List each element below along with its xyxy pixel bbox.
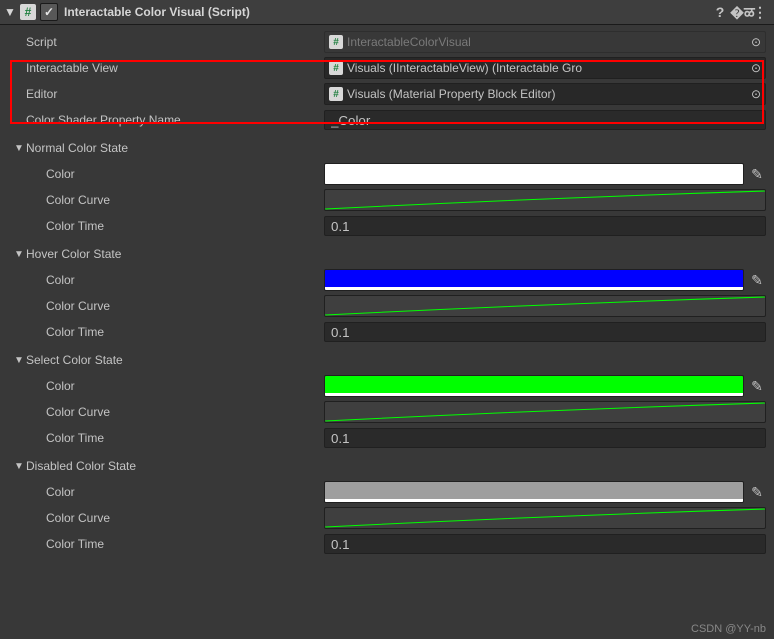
component-enabled-checkbox[interactable]: ✓ <box>40 3 58 21</box>
shader-prop-label: Color Shader Property Name <box>26 113 324 127</box>
disabled-foldout[interactable]: ▼ <box>14 461 24 472</box>
normal-title: Normal Color State <box>26 141 324 155</box>
disabled-curve-field[interactable] <box>324 507 766 529</box>
disabled-color-label: Color <box>26 485 324 499</box>
shader-prop-input[interactable] <box>324 110 766 130</box>
select-curve-field[interactable] <box>324 401 766 423</box>
select-time-input[interactable] <box>324 428 766 448</box>
select-color-swatch[interactable] <box>324 375 744 397</box>
normal-curve-label: Color Curve <box>26 193 324 207</box>
watermark: CSDN @YY-nb <box>691 623 766 635</box>
help-icon[interactable]: ? <box>710 4 730 20</box>
editor-label: Editor <box>26 87 324 101</box>
script-icon: # <box>329 61 343 75</box>
eyedropper-icon[interactable]: ✎ <box>748 484 766 501</box>
hover-time-label: Color Time <box>26 325 324 339</box>
component-title: Interactable Color Visual (Script) <box>64 5 710 19</box>
script-icon: # <box>329 87 343 101</box>
interactable-view-label: Interactable View <box>26 61 324 75</box>
script-component-icon: # <box>20 4 36 20</box>
hover-title: Hover Color State <box>26 247 324 261</box>
select-foldout[interactable]: ▼ <box>14 355 24 366</box>
object-picker-icon[interactable]: ⊙ <box>751 87 761 101</box>
context-menu-icon[interactable]: ⋮ <box>750 4 770 21</box>
disabled-time-label: Color Time <box>26 537 324 551</box>
interactable-view-field[interactable]: # Visuals (IInteractableView) (Interacta… <box>324 57 766 79</box>
hover-color-label: Color <box>26 273 324 287</box>
script-label: Script <box>26 35 324 49</box>
disabled-curve-label: Color Curve <box>26 511 324 525</box>
disabled-time-input[interactable] <box>324 534 766 554</box>
eyedropper-icon[interactable]: ✎ <box>748 272 766 289</box>
object-picker-icon[interactable]: ⊙ <box>751 61 761 75</box>
normal-color-label: Color <box>26 167 324 181</box>
normal-curve-field[interactable] <box>324 189 766 211</box>
select-title: Select Color State <box>26 353 324 367</box>
hover-color-swatch[interactable] <box>324 269 744 291</box>
script-icon: # <box>329 35 343 49</box>
hover-time-input[interactable] <box>324 322 766 342</box>
script-field: # InteractableColorVisual ⊙ <box>324 31 766 53</box>
normal-color-swatch[interactable] <box>324 163 744 185</box>
interactable-view-value: Visuals (IInteractableView) (Interactabl… <box>347 61 582 75</box>
select-curve-label: Color Curve <box>26 405 324 419</box>
object-picker-icon: ⊙ <box>751 35 761 49</box>
eyedropper-icon[interactable]: ✎ <box>748 166 766 183</box>
editor-value: Visuals (Material Property Block Editor) <box>347 87 556 101</box>
select-color-label: Color <box>26 379 324 393</box>
normal-foldout[interactable]: ▼ <box>14 143 24 154</box>
editor-field[interactable]: # Visuals (Material Property Block Edito… <box>324 83 766 105</box>
preset-icon[interactable]: �ळ <box>730 3 750 22</box>
normal-time-label: Color Time <box>26 219 324 233</box>
normal-time-input[interactable] <box>324 216 766 236</box>
select-time-label: Color Time <box>26 431 324 445</box>
disabled-color-swatch[interactable] <box>324 481 744 503</box>
hover-curve-label: Color Curve <box>26 299 324 313</box>
component-foldout[interactable]: ▼ <box>4 5 16 19</box>
hover-foldout[interactable]: ▼ <box>14 249 24 260</box>
hover-curve-field[interactable] <box>324 295 766 317</box>
eyedropper-icon[interactable]: ✎ <box>748 378 766 395</box>
script-value: InteractableColorVisual <box>347 35 471 49</box>
disabled-title: Disabled Color State <box>26 459 324 473</box>
